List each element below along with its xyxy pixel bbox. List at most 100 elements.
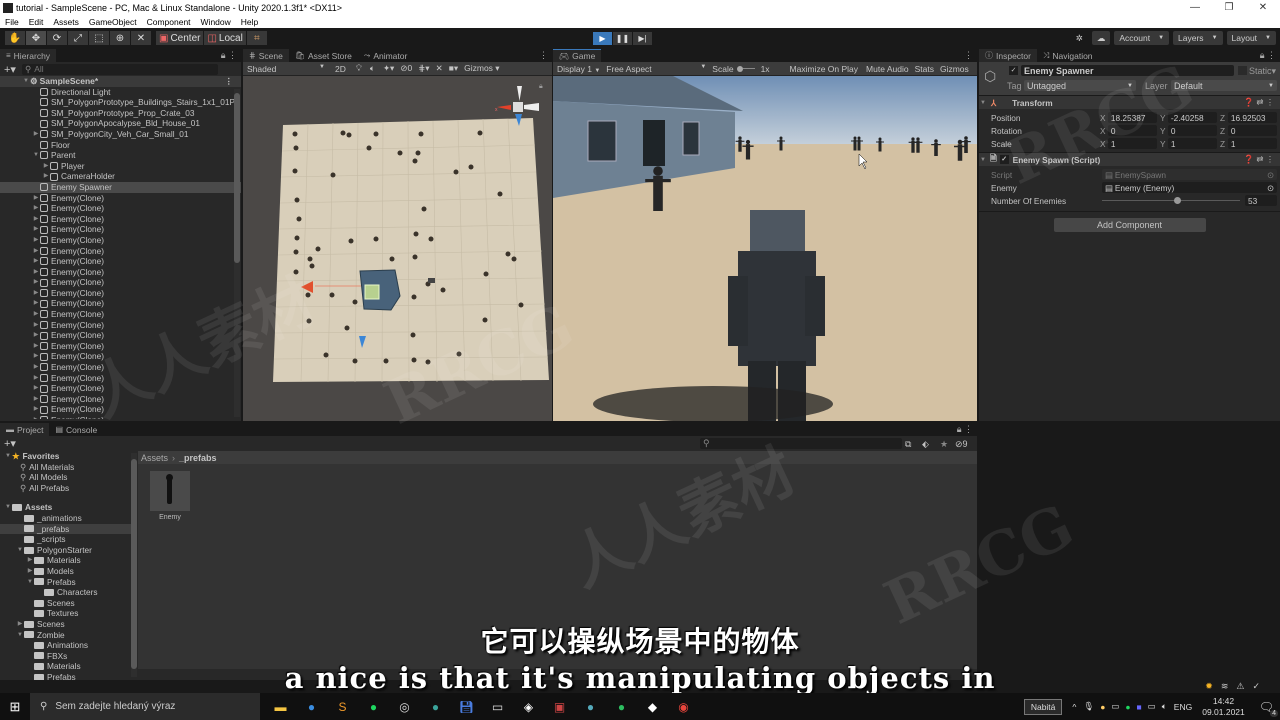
hierarchy-item[interactable]: ▶ Enemy(Clone)	[0, 193, 241, 204]
maximize-button[interactable]: ❐	[1212, 2, 1246, 13]
expand-arrow-icon[interactable]: ▶	[32, 309, 40, 320]
scene-viewport[interactable]: x 🔒︎	[243, 76, 552, 421]
spotify-tray-icon[interactable]: ●	[1125, 702, 1130, 712]
transform-tool-button[interactable]: ⊕	[110, 31, 130, 45]
project-search-input[interactable]: ⚲	[700, 438, 902, 449]
game-viewport[interactable]	[553, 76, 977, 421]
folder-item[interactable]: ▼ Prefabs	[0, 577, 132, 588]
database-icon[interactable]: ≋	[1221, 681, 1229, 692]
audio-toggle-icon[interactable]: 🔈︎	[370, 63, 375, 74]
add-component-button[interactable]: Add Component	[1053, 218, 1206, 232]
shading-dropdown[interactable]: Shaded ▼	[247, 64, 325, 74]
expand-arrow-icon[interactable]: ▼	[26, 577, 34, 588]
file-explorer-icon[interactable]: ▬	[271, 697, 291, 717]
sublime-text-icon[interactable]: S	[333, 697, 353, 717]
active-checkbox[interactable]: ✓	[1009, 66, 1018, 75]
account-dropdown[interactable]: Account ▼	[1114, 31, 1170, 45]
hierarchy-item[interactable]: ▶ Enemy(Clone)	[0, 277, 241, 288]
expand-arrow-icon[interactable]: ▶	[32, 129, 40, 140]
menu-component[interactable]: Component	[142, 17, 196, 27]
expand-arrow-icon[interactable]: ▶	[32, 193, 40, 204]
obs-icon[interactable]: ◎	[395, 697, 415, 717]
hierarchy-item[interactable]: SM_PolygonApocalypse_Bld_House_01	[0, 118, 241, 129]
expand-arrow-icon[interactable]: ▶	[32, 362, 40, 373]
favorite-item[interactable]: ⚲ All Materials	[0, 462, 132, 473]
collab-button[interactable]: ✲	[1071, 31, 1088, 45]
weather-icon[interactable]: ●	[1100, 702, 1105, 712]
menu-window[interactable]: Window	[196, 17, 236, 27]
folder-item[interactable]: Scenes	[0, 598, 132, 609]
expand-arrow-icon[interactable]: ▼	[32, 150, 40, 161]
hierarchy-item[interactable]: ▶ Enemy(Clone)	[0, 256, 241, 267]
create-asset-button[interactable]: +▾	[4, 437, 16, 450]
expand-arrow-icon[interactable]: ▶	[32, 277, 40, 288]
step-button[interactable]: ▶|	[633, 32, 652, 45]
axis-label-y[interactable]: Y	[1160, 113, 1168, 123]
filter-label-icon[interactable]: ⬖	[922, 439, 929, 450]
expand-arrow-icon[interactable]: ▶	[32, 330, 40, 341]
folder-item[interactable]: _scripts	[0, 534, 132, 545]
close-button[interactable]: ✕	[1246, 2, 1280, 13]
custom-tool-button[interactable]: ✕	[131, 31, 151, 45]
hierarchy-item[interactable]: ▶ Enemy(Clone)	[0, 394, 241, 405]
scale-slider[interactable]	[736, 65, 755, 72]
hierarchy-item[interactable]: ▶ Enemy(Clone)	[0, 288, 241, 299]
number-of-enemies-slider[interactable]	[1102, 195, 1240, 206]
lock-icon[interactable]: 🔒︎ ⋮	[221, 50, 241, 61]
scene-menu-icon[interactable]: ⋮	[225, 76, 234, 87]
expand-arrow-icon[interactable]: ▶	[42, 161, 50, 172]
component-enabled-checkbox[interactable]: ✓	[999, 155, 1009, 164]
scale-tool-button[interactable]: ⤢	[68, 31, 88, 45]
app-red-icon[interactable]: ▣	[550, 697, 570, 717]
move-tool-button[interactable]: ✥	[26, 31, 46, 45]
app-teal-icon[interactable]: ●	[426, 697, 446, 717]
hand-tool-button[interactable]: ✋	[5, 31, 25, 45]
hierarchy-item[interactable]: ▶ Enemy(Clone)	[0, 309, 241, 320]
camera-icon[interactable]: ■▾	[449, 63, 458, 74]
expand-arrow-icon[interactable]: ▶	[32, 256, 40, 267]
create-button[interactable]: +▾	[4, 63, 16, 76]
tray-overflow-icon[interactable]: ^	[1072, 702, 1076, 712]
cloud-button[interactable]: ☁	[1091, 31, 1111, 45]
object-picker-icon[interactable]: ⊙	[1267, 183, 1274, 193]
favorite-star-icon[interactable]: ★	[940, 439, 948, 450]
folder-item[interactable]: _animations	[0, 513, 132, 524]
hierarchy-item[interactable]: ▶ Enemy(Clone)	[0, 246, 241, 257]
tab-navigation[interactable]: ⤨ Navigation	[1036, 49, 1099, 62]
start-button[interactable]: ⊞	[0, 699, 30, 715]
firefox-icon[interactable]: ●	[302, 697, 322, 717]
expand-arrow-icon[interactable]: ▶	[32, 404, 40, 415]
app-tray-icon[interactable]: ■	[1137, 702, 1142, 712]
object-name-input[interactable]: Enemy Spawner	[1021, 65, 1234, 76]
favorite-item[interactable]: ⚲ All Prefabs	[0, 483, 132, 494]
hierarchy-item[interactable]: ▶ Enemy(Clone)	[0, 383, 241, 394]
axis-label-y[interactable]: Y	[1160, 139, 1168, 149]
expand-arrow-icon[interactable]: ▶	[32, 320, 40, 331]
snap-button[interactable]: ⌗	[246, 31, 267, 45]
spotify-icon[interactable]: ●	[364, 697, 384, 717]
z-field[interactable]: 0	[1227, 125, 1278, 136]
app-blue-icon[interactable]: ●	[581, 697, 601, 717]
check-circle-icon[interactable]: ✓	[1252, 681, 1260, 692]
expand-arrow-icon[interactable]: ▶	[32, 267, 40, 278]
axis-label-z[interactable]: Z	[1220, 113, 1228, 123]
evernote-icon[interactable]: ●	[612, 697, 632, 717]
2d-toggle[interactable]: 2D	[335, 64, 346, 74]
hierarchy-item[interactable]: ▶ Player	[0, 161, 241, 172]
hierarchy-item[interactable]: Floor	[0, 140, 241, 151]
expand-arrow-icon[interactable]: ▶	[32, 224, 40, 235]
axis-label-x[interactable]: X	[1100, 139, 1108, 149]
hierarchy-item[interactable]: ▶ Enemy(Clone)	[0, 235, 241, 246]
y-field[interactable]: -2.40258	[1167, 112, 1218, 123]
favorite-item[interactable]: ⚲ All Models	[0, 472, 132, 483]
hierarchy-item[interactable]: ▶ Enemy(Clone)	[0, 203, 241, 214]
asset-item-enemy[interactable]: Enemy	[150, 471, 190, 521]
layout-dropdown[interactable]: Layout ▼	[1226, 31, 1276, 45]
hierarchy-item[interactable]: ▶ Enemy(Clone)	[0, 320, 241, 331]
expand-arrow-icon[interactable]: ▶	[32, 235, 40, 246]
x-field[interactable]: 1	[1107, 138, 1157, 149]
static-dropdown[interactable]: Static▾	[1249, 66, 1276, 77]
panel-menu-icon[interactable]: ⋮	[539, 50, 552, 61]
hierarchy-search-input[interactable]: ⚲ All	[21, 63, 218, 75]
y-field[interactable]: 0	[1167, 125, 1218, 136]
